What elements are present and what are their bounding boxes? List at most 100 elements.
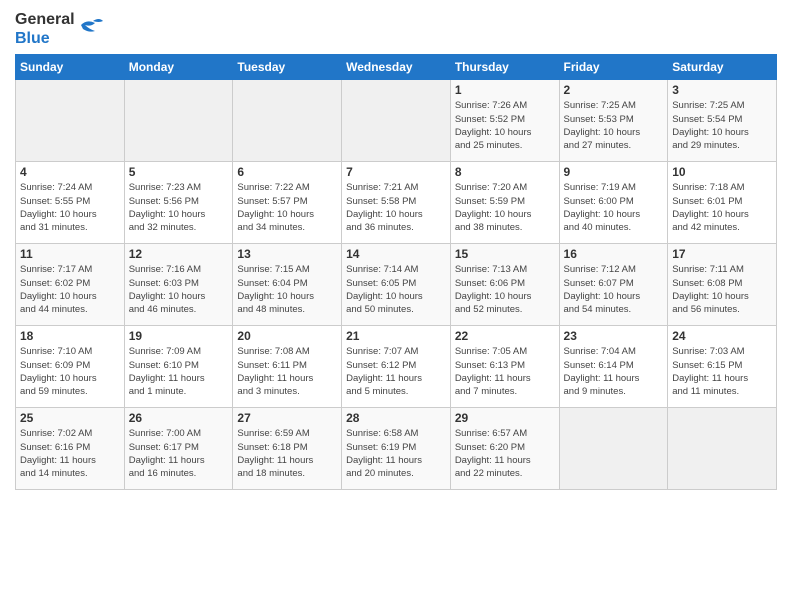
day-info: Sunrise: 7:23 AMSunset: 5:56 PMDaylight:… bbox=[129, 181, 229, 234]
day-number: 29 bbox=[455, 411, 555, 425]
day-number: 14 bbox=[346, 247, 446, 261]
day-number: 15 bbox=[455, 247, 555, 261]
calendar-cell bbox=[668, 408, 777, 490]
calendar-cell: 10Sunrise: 7:18 AMSunset: 6:01 PMDayligh… bbox=[668, 162, 777, 244]
day-info: Sunrise: 7:07 AMSunset: 6:12 PMDaylight:… bbox=[346, 345, 446, 398]
calendar-cell: 29Sunrise: 6:57 AMSunset: 6:20 PMDayligh… bbox=[450, 408, 559, 490]
day-number: 27 bbox=[237, 411, 337, 425]
calendar-cell bbox=[16, 80, 125, 162]
calendar-week-3: 18 Sunrise: 7:10 AMSunset: 6:09 PMDayligh… bbox=[16, 326, 777, 408]
day-number: 10 bbox=[672, 165, 772, 179]
calendar-cell: 13 Sunrise: 7:15 AMSunset: 6:04 PMDayligh… bbox=[233, 244, 342, 326]
day-number: 28 bbox=[346, 411, 446, 425]
calendar-cell bbox=[124, 80, 233, 162]
day-number: 18 bbox=[20, 329, 120, 343]
day-number: 4 bbox=[20, 165, 120, 179]
day-info: Sunrise: 7:12 AMSunset: 6:07 PMDaylight:… bbox=[564, 263, 664, 316]
day-number: 26 bbox=[129, 411, 229, 425]
calendar-cell: 17 Sunrise: 7:11 AMSunset: 6:08 PMDayligh… bbox=[668, 244, 777, 326]
calendar-cell: 18 Sunrise: 7:10 AMSunset: 6:09 PMDayligh… bbox=[16, 326, 125, 408]
day-number: 7 bbox=[346, 165, 446, 179]
logo-text-general: General bbox=[15, 10, 75, 29]
calendar-header-saturday: Saturday bbox=[668, 55, 777, 80]
day-info: Sunrise: 7:26 AMSunset: 5:52 PMDaylight:… bbox=[455, 99, 555, 152]
day-number: 17 bbox=[672, 247, 772, 261]
calendar-week-1: 4 Sunrise: 7:24 AMSunset: 5:55 PMDaylight… bbox=[16, 162, 777, 244]
day-number: 22 bbox=[455, 329, 555, 343]
day-info: Sunrise: 7:16 AMSunset: 6:03 PMDaylight:… bbox=[129, 263, 229, 316]
calendar-cell: 16 Sunrise: 7:12 AMSunset: 6:07 PMDayligh… bbox=[559, 244, 668, 326]
day-info: Sunrise: 7:04 AMSunset: 6:14 PMDaylight:… bbox=[564, 345, 664, 398]
day-info: Sunrise: 6:59 AMSunset: 6:18 PMDaylight:… bbox=[237, 427, 337, 480]
day-number: 3 bbox=[672, 83, 772, 97]
page-container: General Blue SundayMondayTuesdayWednesda… bbox=[0, 0, 792, 498]
calendar-cell: 15 Sunrise: 7:13 AMSunset: 6:06 PMDayligh… bbox=[450, 244, 559, 326]
calendar-table: SundayMondayTuesdayWednesdayThursdayFrid… bbox=[15, 54, 777, 490]
calendar-week-4: 25 Sunrise: 7:02 AMSunset: 6:16 PMDayligh… bbox=[16, 408, 777, 490]
calendar-cell: 4 Sunrise: 7:24 AMSunset: 5:55 PMDaylight… bbox=[16, 162, 125, 244]
calendar-cell bbox=[233, 80, 342, 162]
calendar-cell: 9 Sunrise: 7:19 AMSunset: 6:00 PMDaylight… bbox=[559, 162, 668, 244]
logo: General Blue bbox=[15, 10, 103, 48]
day-number: 25 bbox=[20, 411, 120, 425]
day-number: 19 bbox=[129, 329, 229, 343]
calendar-cell: 11 Sunrise: 7:17 AMSunset: 6:02 PMDayligh… bbox=[16, 244, 125, 326]
day-number: 24 bbox=[672, 329, 772, 343]
day-info: Sunrise: 7:14 AMSunset: 6:05 PMDaylight:… bbox=[346, 263, 446, 316]
day-number: 1 bbox=[455, 83, 555, 97]
day-info: Sunrise: 7:24 AMSunset: 5:55 PMDaylight:… bbox=[20, 181, 120, 234]
calendar-cell: 1 Sunrise: 7:26 AMSunset: 5:52 PMDaylight… bbox=[450, 80, 559, 162]
logo-bird-icon bbox=[79, 17, 103, 41]
calendar-cell: 3 Sunrise: 7:25 AMSunset: 5:54 PMDaylight… bbox=[668, 80, 777, 162]
calendar-header-tuesday: Tuesday bbox=[233, 55, 342, 80]
day-number: 2 bbox=[564, 83, 664, 97]
calendar-cell: 25 Sunrise: 7:02 AMSunset: 6:16 PMDayligh… bbox=[16, 408, 125, 490]
day-info: Sunrise: 7:05 AMSunset: 6:13 PMDaylight:… bbox=[455, 345, 555, 398]
day-info: Sunrise: 7:09 AMSunset: 6:10 PMDaylight:… bbox=[129, 345, 229, 398]
calendar-cell: 26Sunrise: 7:00 AMSunset: 6:17 PMDayligh… bbox=[124, 408, 233, 490]
calendar-header-thursday: Thursday bbox=[450, 55, 559, 80]
day-number: 9 bbox=[564, 165, 664, 179]
calendar-header-friday: Friday bbox=[559, 55, 668, 80]
calendar-header-row: SundayMondayTuesdayWednesdayThursdayFrid… bbox=[16, 55, 777, 80]
header: General Blue bbox=[15, 10, 777, 48]
day-info: Sunrise: 7:15 AMSunset: 6:04 PMDaylight:… bbox=[237, 263, 337, 316]
calendar-cell bbox=[342, 80, 451, 162]
calendar-cell: 14 Sunrise: 7:14 AMSunset: 6:05 PMDayligh… bbox=[342, 244, 451, 326]
day-info: Sunrise: 7:10 AMSunset: 6:09 PMDaylight:… bbox=[20, 345, 120, 398]
calendar-cell: 27 Sunrise: 6:59 AMSunset: 6:18 PMDayligh… bbox=[233, 408, 342, 490]
day-info: Sunrise: 7:19 AMSunset: 6:00 PMDaylight:… bbox=[564, 181, 664, 234]
day-info: Sunrise: 7:11 AMSunset: 6:08 PMDaylight:… bbox=[672, 263, 772, 316]
day-number: 23 bbox=[564, 329, 664, 343]
logo: General Blue bbox=[15, 10, 103, 48]
calendar-cell: 8 Sunrise: 7:20 AMSunset: 5:59 PMDaylight… bbox=[450, 162, 559, 244]
day-number: 21 bbox=[346, 329, 446, 343]
day-info: Sunrise: 7:20 AMSunset: 5:59 PMDaylight:… bbox=[455, 181, 555, 234]
calendar-header-monday: Monday bbox=[124, 55, 233, 80]
day-info: Sunrise: 7:02 AMSunset: 6:16 PMDaylight:… bbox=[20, 427, 120, 480]
logo-text-blue: Blue bbox=[15, 29, 50, 48]
day-number: 6 bbox=[237, 165, 337, 179]
calendar-cell: 23 Sunrise: 7:04 AMSunset: 6:14 PMDayligh… bbox=[559, 326, 668, 408]
day-number: 5 bbox=[129, 165, 229, 179]
day-info: Sunrise: 7:25 AMSunset: 5:53 PMDaylight:… bbox=[564, 99, 664, 152]
day-number: 20 bbox=[237, 329, 337, 343]
calendar-cell: 12 Sunrise: 7:16 AMSunset: 6:03 PMDayligh… bbox=[124, 244, 233, 326]
calendar-cell: 22 Sunrise: 7:05 AMSunset: 6:13 PMDayligh… bbox=[450, 326, 559, 408]
calendar-week-0: 1 Sunrise: 7:26 AMSunset: 5:52 PMDaylight… bbox=[16, 80, 777, 162]
calendar-cell: 21 Sunrise: 7:07 AMSunset: 6:12 PMDayligh… bbox=[342, 326, 451, 408]
day-number: 13 bbox=[237, 247, 337, 261]
day-info: Sunrise: 7:08 AMSunset: 6:11 PMDaylight:… bbox=[237, 345, 337, 398]
day-number: 16 bbox=[564, 247, 664, 261]
calendar-cell bbox=[559, 408, 668, 490]
calendar-header-sunday: Sunday bbox=[16, 55, 125, 80]
calendar-cell: 2 Sunrise: 7:25 AMSunset: 5:53 PMDaylight… bbox=[559, 80, 668, 162]
day-info: Sunrise: 7:17 AMSunset: 6:02 PMDaylight:… bbox=[20, 263, 120, 316]
day-number: 12 bbox=[129, 247, 229, 261]
day-info: Sunrise: 7:25 AMSunset: 5:54 PMDaylight:… bbox=[672, 99, 772, 152]
day-number: 11 bbox=[20, 247, 120, 261]
day-info: Sunrise: 7:03 AMSunset: 6:15 PMDaylight:… bbox=[672, 345, 772, 398]
day-info: Sunrise: 7:13 AMSunset: 6:06 PMDaylight:… bbox=[455, 263, 555, 316]
calendar-cell: 5 Sunrise: 7:23 AMSunset: 5:56 PMDaylight… bbox=[124, 162, 233, 244]
day-number: 8 bbox=[455, 165, 555, 179]
